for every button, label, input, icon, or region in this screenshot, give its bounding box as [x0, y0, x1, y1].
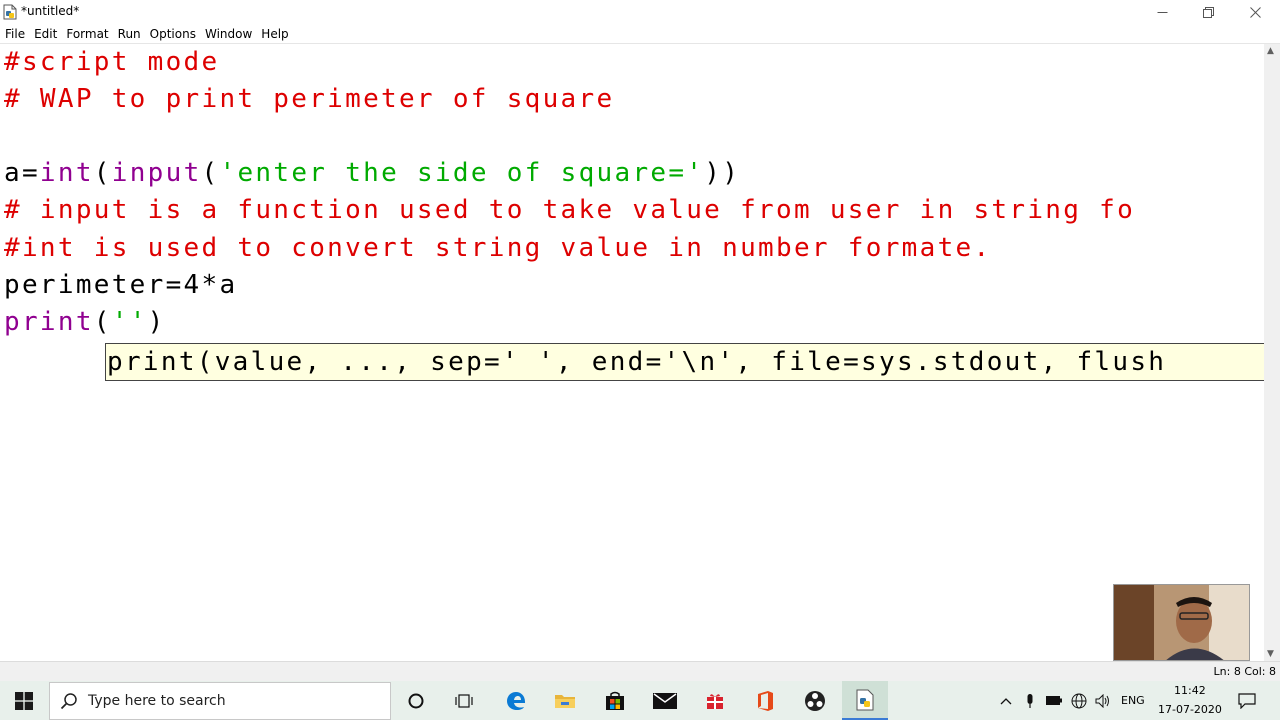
clock-time[interactable]: 11:42: [1174, 684, 1206, 697]
office-logo-icon: [758, 690, 773, 711]
start-button[interactable]: [0, 681, 48, 720]
vertical-scrollbar[interactable]: ▲ ▼: [1264, 44, 1280, 661]
code-line-7: perimeter=4*a: [4, 267, 237, 304]
battery-icon: [1046, 696, 1062, 705]
volume-tray[interactable]: [1092, 681, 1114, 720]
code-line-6: #int is used to convert string value in …: [4, 230, 991, 267]
code-token: (: [201, 158, 220, 188]
code-line-2: # WAP to print perimeter of square: [4, 81, 614, 118]
search-placeholder: Type here to search: [88, 693, 226, 709]
globe-network-icon: [1071, 693, 1087, 708]
close-button[interactable]: [1232, 0, 1278, 24]
microphone-icon: [1027, 693, 1033, 708]
code-line-1: #script mode: [4, 44, 219, 81]
menu-run[interactable]: Run: [118, 27, 141, 41]
menu-file[interactable]: File: [5, 27, 25, 41]
task-view-button[interactable]: [446, 681, 482, 720]
gift-app-button[interactable]: [697, 681, 733, 720]
store-bag-icon: [606, 691, 624, 710]
idle-app-icon[interactable]: [3, 4, 17, 20]
window-title: *untitled*: [21, 4, 80, 18]
code-token: print: [4, 307, 94, 337]
clock-date[interactable]: 17-07-2020: [1158, 703, 1222, 716]
code-token: )): [704, 158, 741, 188]
restore-button[interactable]: [1185, 0, 1231, 24]
title-bar: *untitled*: [0, 0, 1280, 24]
code-line-4: a=int(input('enter the side of square=')…: [4, 155, 740, 192]
gift-icon: [707, 693, 723, 709]
network-tray[interactable]: [1068, 681, 1090, 720]
code-token: a=: [4, 158, 40, 188]
code-line-5: # input is a function used to take value…: [4, 192, 1135, 229]
store-button[interactable]: [596, 681, 634, 720]
action-center-icon: [1238, 692, 1256, 709]
windows-logo-icon: [15, 691, 33, 710]
code-token: #int is used to convert string value in …: [4, 233, 992, 263]
minimize-icon: [1157, 11, 1167, 13]
edge-button[interactable]: [497, 681, 535, 720]
python-file-icon: [856, 689, 874, 710]
battery-tray[interactable]: [1044, 681, 1064, 720]
code-token: # WAP to print perimeter of square: [4, 84, 615, 114]
menu-options[interactable]: Options: [150, 27, 196, 41]
code-token: # input is a function used to take value…: [4, 195, 1136, 225]
cortana-button[interactable]: [398, 681, 434, 720]
input-language[interactable]: ENG: [1121, 694, 1145, 707]
scroll-down-icon[interactable]: ▼: [1267, 649, 1274, 659]
chevron-up-icon: [1000, 697, 1012, 704]
edge-browser-icon: [507, 691, 526, 710]
status-bar: Ln: 8 Col: 8: [0, 661, 1280, 681]
restore-icon: [1202, 6, 1214, 18]
speaker-icon: [1095, 693, 1109, 708]
close-icon: [1249, 6, 1261, 18]
obs-button[interactable]: [796, 681, 834, 720]
code-token: int: [39, 158, 94, 188]
menu-format[interactable]: Format: [66, 27, 108, 41]
menu-help[interactable]: Help: [261, 27, 288, 41]
file-explorer-button[interactable]: [546, 681, 584, 720]
notifications-button[interactable]: [1232, 681, 1262, 720]
mail-envelope-icon: [653, 692, 677, 709]
code-token: '': [111, 307, 148, 337]
code-line-8: print(''): [4, 304, 166, 341]
code-token: input: [111, 158, 202, 188]
obs-recorder-icon: [805, 690, 825, 711]
calltip-tooltip: print(value, ..., sep=' ', end='\n', fil…: [105, 343, 1280, 381]
microphone-tray[interactable]: [1021, 681, 1039, 720]
show-hidden-icons-button[interactable]: [996, 681, 1016, 720]
menu-bar: File Edit Format Run Options Window Help: [0, 24, 1280, 44]
code-token: #script mode: [4, 47, 220, 77]
cortana-circle-icon: [408, 693, 424, 708]
scroll-up-icon[interactable]: ▲: [1267, 46, 1274, 56]
python-idle-taskbar-button[interactable]: [842, 681, 888, 720]
menu-edit[interactable]: Edit: [34, 27, 57, 41]
code-token: ): [147, 307, 166, 337]
taskbar-search[interactable]: Type here to search: [49, 682, 391, 720]
minimize-button[interactable]: [1139, 0, 1185, 24]
mail-button[interactable]: [646, 681, 684, 720]
task-view-icon: [455, 693, 473, 708]
search-icon: [60, 693, 77, 710]
folder-icon: [555, 694, 575, 708]
office-button[interactable]: [746, 681, 784, 720]
cursor-position: Ln: 8 Col: 8: [1213, 665, 1276, 678]
menu-window[interactable]: Window: [205, 27, 252, 41]
code-token: (: [93, 307, 112, 337]
code-token: perimeter=4*a: [4, 270, 238, 300]
webcam-overlay: [1113, 584, 1250, 661]
taskbar: Type here to search ENG 11:42 17-07-2020: [0, 681, 1280, 720]
code-token: 'enter the side of square=': [219, 158, 705, 188]
code-token: (: [93, 158, 112, 188]
